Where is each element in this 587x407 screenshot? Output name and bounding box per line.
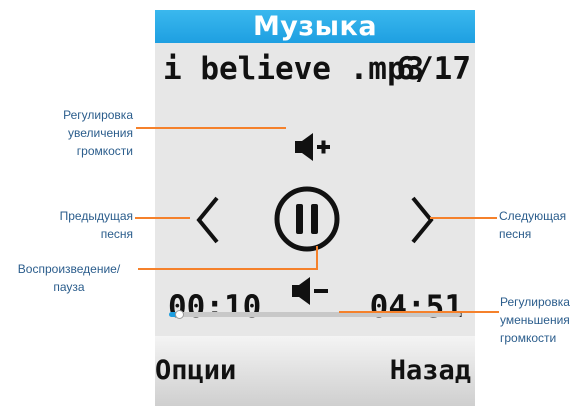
options-softkey[interactable]: Опции: [155, 336, 236, 406]
callout-line: громкости: [500, 331, 557, 345]
leader-play-pause-v: [316, 246, 318, 270]
callout-play-pause: Воспроизведение/ пауза: [0, 260, 138, 296]
screen-title: Музыка: [155, 10, 475, 43]
leader-volume-up: [136, 127, 286, 129]
pause-circle-icon[interactable]: [273, 185, 341, 253]
chevron-right-icon[interactable]: [409, 195, 435, 245]
callout-line: песня: [499, 227, 532, 241]
callout-line: Воспроизведение/: [17, 262, 121, 276]
callout-line: уменьшения: [500, 313, 570, 327]
track-name: i believe .mp3: [163, 51, 425, 87]
callout-line: Предыдущая: [59, 209, 133, 223]
callout-volume-up: Регулировка увеличения громкости: [45, 106, 133, 160]
softkey-bar: Опции Назад: [155, 336, 475, 406]
track-position: 6/17: [396, 51, 471, 87]
leader-previous: [135, 217, 190, 219]
callout-line: пауза: [53, 280, 85, 294]
phone-screen: Музыка i believe .mp3 6/17 00:10 04:51 О…: [155, 10, 475, 406]
callout-line: Регулировка: [500, 295, 570, 309]
chevron-left-icon[interactable]: [195, 195, 221, 245]
callout-line: увеличения: [68, 126, 133, 140]
callout-line: песня: [100, 227, 133, 241]
callout-previous: Предыдущая песня: [30, 207, 133, 243]
progress-knob[interactable]: [175, 310, 184, 319]
callout-line: Регулировка: [63, 108, 133, 122]
leader-next: [430, 217, 497, 219]
total-time: 04:51: [369, 289, 463, 325]
callout-line: Следующая: [499, 209, 567, 223]
track-info: i believe .mp3 6/17: [155, 48, 475, 90]
elapsed-time: 00:10: [168, 289, 262, 325]
speaker-minus-icon[interactable]: [290, 274, 330, 308]
leader-play-pause-h: [138, 268, 318, 270]
speaker-plus-icon[interactable]: [293, 130, 333, 164]
back-softkey[interactable]: Назад: [390, 336, 471, 406]
callout-line: громкости: [76, 144, 133, 158]
leader-volume-down: [339, 311, 499, 313]
callout-volume-down: Регулировка уменьшения громкости: [500, 293, 587, 347]
callout-next: Следующая песня: [499, 207, 584, 243]
